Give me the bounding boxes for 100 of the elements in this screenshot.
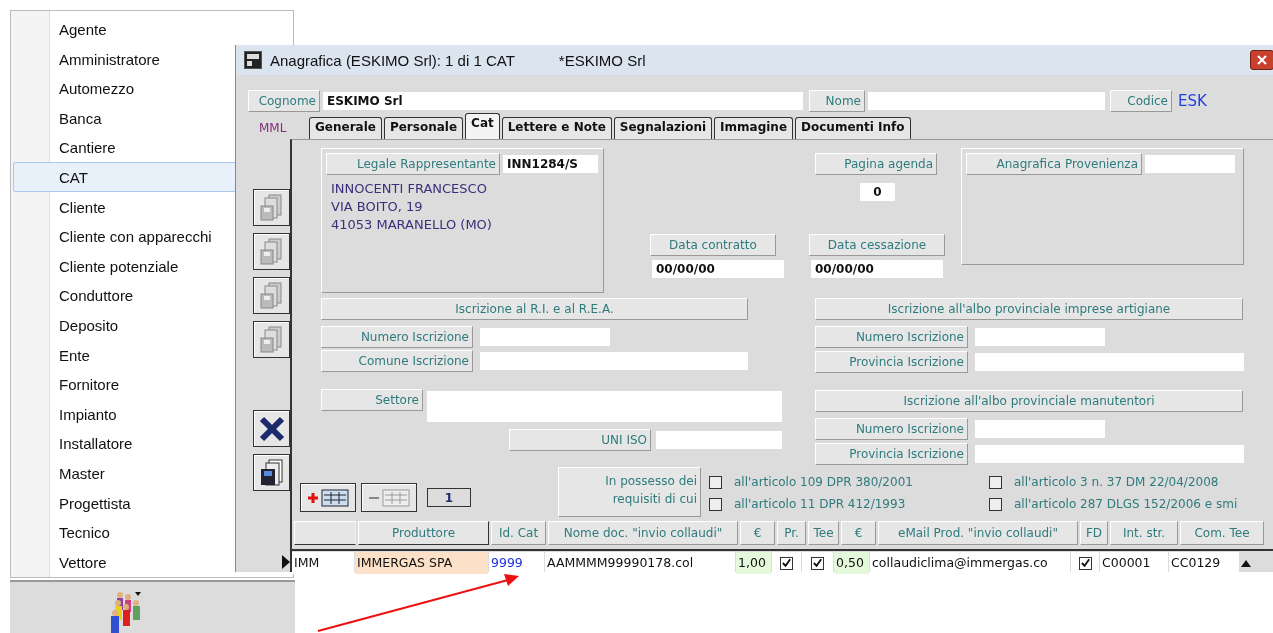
- column-header[interactable]: eMail Prod. "invio collaudi": [878, 521, 1078, 545]
- checkbox[interactable]: [1078, 556, 1092, 570]
- record-button[interactable]: [253, 189, 290, 226]
- people-icon[interactable]: [108, 590, 144, 633]
- agenda-label[interactable]: Pagina agenda: [815, 153, 937, 175]
- address-line: VIA BOITO, 19: [331, 198, 424, 216]
- codice-value: ESK: [1178, 92, 1207, 110]
- tab[interactable]: Segnalazioni: [613, 117, 713, 139]
- date-field[interactable]: 00/00/00: [811, 260, 943, 278]
- record-button[interactable]: [253, 233, 290, 270]
- tab[interactable]: Documenti Info: [795, 117, 911, 139]
- checkbox-label: all'articolo 11 DPR 412/1993: [734, 497, 906, 511]
- menu-item[interactable]: Impianto: [13, 398, 236, 429]
- provenance-label[interactable]: Anagrafica Provenienza: [966, 153, 1142, 175]
- field-label[interactable]: Numero Iscrizione: [321, 326, 473, 348]
- menu-item[interactable]: Deposito: [13, 309, 236, 340]
- legal-representative-label[interactable]: Legale Rappresentante: [326, 153, 500, 175]
- menu-item[interactable]: Fornitore: [13, 369, 236, 399]
- agenda-field[interactable]: 0: [860, 183, 895, 201]
- menu-item[interactable]: Conduttore: [13, 280, 236, 310]
- menu-item[interactable]: CAT: [13, 161, 236, 192]
- column-header[interactable]: Pr.: [777, 521, 806, 545]
- provenance-field[interactable]: [1145, 155, 1235, 173]
- menu-item[interactable]: Agente: [13, 14, 236, 44]
- menu-item[interactable]: Ente: [13, 339, 236, 370]
- section-header: Iscrizione all'albo provinciale imprese artigiane: [815, 298, 1243, 320]
- menu-item[interactable]: Amministratore: [13, 43, 236, 74]
- close-button[interactable]: [1250, 50, 1273, 70]
- date-field[interactable]: 00/00/00: [652, 260, 784, 278]
- menu-item[interactable]: Cliente: [13, 191, 236, 222]
- checkbox[interactable]: [709, 497, 722, 511]
- menu-item[interactable]: Master: [13, 457, 236, 488]
- menu-item[interactable]: Vettore: [13, 546, 236, 577]
- column-header[interactable]: Id. Cat: [491, 521, 546, 545]
- scroll-up-icon[interactable]: [1241, 559, 1251, 567]
- checkbox[interactable]: [989, 497, 1002, 511]
- date-label[interactable]: Data cessazione: [809, 234, 945, 256]
- settore-label[interactable]: Settore: [321, 389, 423, 411]
- menu-item[interactable]: Automezzo: [13, 73, 236, 103]
- tab[interactable]: Cat: [465, 113, 500, 139]
- record-button[interactable]: [253, 321, 290, 358]
- field-label[interactable]: Comune Iscrizione: [321, 350, 473, 372]
- checkbox[interactable]: [811, 556, 824, 570]
- record-counter: 1: [427, 488, 471, 507]
- tab[interactable]: Personale: [383, 117, 464, 139]
- section-header: Iscrizione al R.I. e al R.E.A.: [321, 298, 748, 320]
- tab[interactable]: Generale: [309, 117, 382, 139]
- input-field[interactable]: [975, 420, 1105, 438]
- tab[interactable]: Lettere e Note: [501, 117, 612, 139]
- nome-field[interactable]: [868, 92, 1105, 110]
- add-row-button[interactable]: [300, 483, 356, 512]
- field-label[interactable]: Numero Iscrizione: [815, 418, 968, 440]
- checkbox[interactable]: [709, 475, 722, 489]
- column-header[interactable]: Int. str.: [1110, 521, 1178, 545]
- date-label[interactable]: Data contratto: [650, 234, 776, 256]
- nome-label[interactable]: Nome: [809, 90, 865, 112]
- input-field[interactable]: [480, 328, 610, 346]
- save-button[interactable]: [253, 454, 290, 491]
- input-field[interactable]: [975, 353, 1244, 371]
- close-icon: [1257, 55, 1267, 65]
- column-header[interactable]: Tee: [808, 521, 839, 545]
- column-header[interactable]: Produttore: [358, 521, 489, 545]
- table-cell: IMM: [292, 552, 354, 574]
- section-header: Iscrizione all'albo provinciale manutentori: [815, 390, 1243, 412]
- requirements-label: In possesso dei requisiti di cui: [558, 467, 701, 517]
- tab[interactable]: Immagine: [714, 117, 794, 139]
- field-label[interactable]: Numero Iscrizione: [815, 326, 968, 348]
- column-header[interactable]: Nome doc. "invio collaudi": [548, 521, 738, 545]
- checkbox[interactable]: [780, 556, 793, 570]
- menu-item[interactable]: Cantiere: [13, 132, 236, 162]
- menu-item[interactable]: Installatore: [13, 428, 236, 458]
- codice-label[interactable]: Codice: [1110, 90, 1172, 112]
- remove-row-button[interactable]: [361, 483, 417, 512]
- menu-item[interactable]: Cliente potenziale: [13, 250, 236, 281]
- record-button[interactable]: [253, 277, 290, 314]
- field-label[interactable]: Provincia Iscrizione: [815, 351, 968, 373]
- cognome-field[interactable]: ESKIMO Srl: [323, 92, 803, 110]
- menu-item[interactable]: Tecnico: [13, 517, 236, 547]
- row-pointer-icon: [282, 555, 290, 569]
- table-cell: 1,00: [736, 552, 771, 574]
- field-label[interactable]: Provincia Iscrizione: [815, 443, 968, 465]
- input-field[interactable]: [480, 352, 748, 370]
- column-header[interactable]: Com. Tee: [1180, 521, 1264, 545]
- table-cell: CC0129: [1169, 552, 1239, 574]
- legal-code-field[interactable]: INN1284/S: [503, 155, 598, 173]
- menu-item[interactable]: Cliente con apparecchi: [13, 221, 236, 251]
- input-field[interactable]: [975, 328, 1105, 346]
- cognome-label[interactable]: Cognome: [248, 90, 320, 112]
- column-header[interactable]: FD: [1080, 521, 1108, 545]
- menu-item[interactable]: Banca: [13, 102, 236, 133]
- column-header: [294, 521, 356, 545]
- settore-field[interactable]: [427, 391, 782, 422]
- checkbox[interactable]: [989, 475, 1002, 489]
- uni-iso-label[interactable]: UNI ISO: [509, 429, 651, 451]
- column-header[interactable]: €: [740, 521, 775, 545]
- delete-button[interactable]: [253, 410, 290, 447]
- menu-item[interactable]: Progettista: [13, 487, 236, 518]
- column-header[interactable]: €: [841, 521, 876, 545]
- input-field[interactable]: [975, 445, 1244, 463]
- uni-iso-field[interactable]: [656, 431, 782, 449]
